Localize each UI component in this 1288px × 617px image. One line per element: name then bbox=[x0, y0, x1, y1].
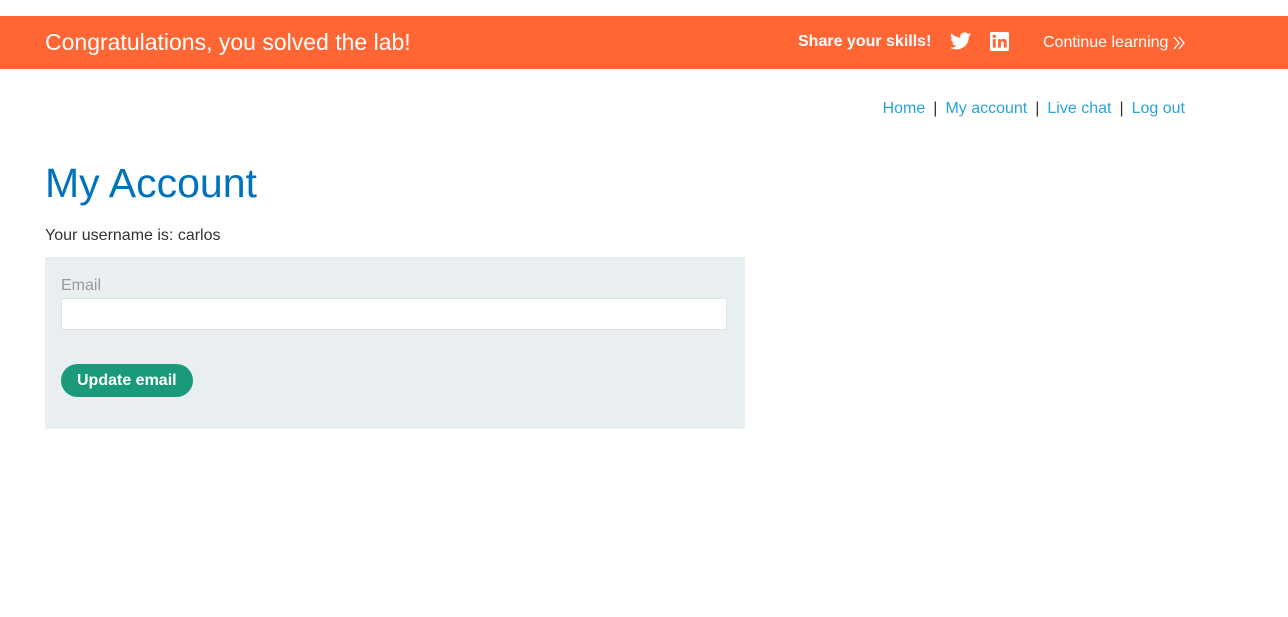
top-navigation: Home | My account | Live chat | Log out bbox=[883, 99, 1185, 119]
nav-separator: | bbox=[1035, 100, 1040, 117]
update-email-button[interactable]: Update email bbox=[61, 364, 193, 397]
page-title: My Account bbox=[45, 160, 257, 206]
nav-separator: | bbox=[933, 100, 938, 117]
email-label: Email bbox=[61, 277, 102, 294]
linkedin-icon[interactable] bbox=[990, 32, 1009, 51]
email-input[interactable] bbox=[61, 298, 727, 330]
nav-separator: | bbox=[1119, 100, 1124, 117]
twitter-icon[interactable] bbox=[950, 32, 971, 50]
banner-title: Congratulations, you solved the lab! bbox=[45, 29, 411, 55]
change-email-form: Email Update email bbox=[45, 257, 745, 429]
double-chevron-right-icon bbox=[1173, 36, 1186, 50]
nav-my-account-link[interactable]: My account bbox=[945, 100, 1027, 117]
nav-log-out-link[interactable]: Log out bbox=[1132, 100, 1185, 117]
continue-learning-link[interactable]: Continue learning bbox=[1043, 33, 1186, 53]
lab-solved-banner: Congratulations, you solved the lab! Sha… bbox=[0, 16, 1288, 69]
nav-home-link[interactable]: Home bbox=[883, 100, 926, 117]
continue-learning-label: Continue learning bbox=[1043, 34, 1169, 51]
nav-live-chat-link[interactable]: Live chat bbox=[1047, 100, 1111, 117]
username-text: Your username is: carlos bbox=[45, 227, 221, 244]
share-skills-label: Share your skills! bbox=[798, 33, 932, 50]
